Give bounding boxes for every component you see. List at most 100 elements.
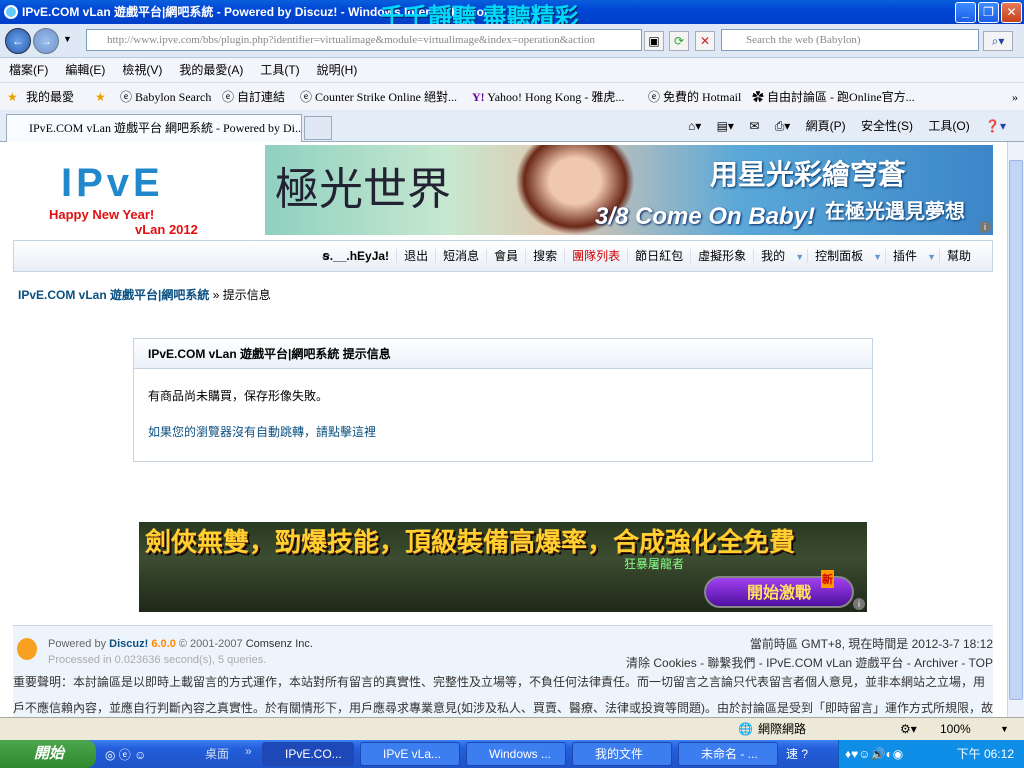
page-menu[interactable]: 網頁(P) xyxy=(806,119,846,133)
title-bar: IPvE.COM vLan 遊戲平台|網吧系統 - Powered by Dis… xyxy=(0,0,1024,30)
ad-character: 狂暴屠龍者 xyxy=(624,557,685,571)
menu-favorites[interactable]: 我的最愛(A) xyxy=(179,63,243,77)
chevron-down-icon[interactable]: ▼ xyxy=(870,252,885,262)
favorites-button[interactable]: 我的最愛 xyxy=(26,83,74,111)
chevron-down-icon[interactable]: ▼ xyxy=(924,252,939,262)
task-my-documents[interactable]: 我的文件 xyxy=(572,742,672,766)
product-link[interactable]: Discuz! xyxy=(109,638,148,650)
logo-sub: vLan 2012 xyxy=(135,222,198,237)
message-text: 有商品尚未購買，保存形像失敗。 xyxy=(148,389,329,403)
search-icon[interactable]: ⌕▾ xyxy=(983,31,1013,51)
back-button[interactable]: ← xyxy=(5,28,31,54)
protected-mode-icon[interactable]: ⚙▾ xyxy=(900,718,917,740)
help-icon[interactable]: ❓▾ xyxy=(985,119,1006,133)
chevron-down-icon[interactable]: ▼ xyxy=(792,252,807,262)
compat-view-icon[interactable]: ▣ xyxy=(644,31,664,51)
globe-icon: 🌐 xyxy=(738,722,753,736)
menu-edit[interactable]: 編輯(E) xyxy=(65,63,105,77)
logo-brand: IPvE xyxy=(61,161,164,205)
task-ipve-vlan[interactable]: IPvE vLa... xyxy=(360,742,460,766)
nav-control-panel[interactable]: 控制面板 xyxy=(807,249,871,263)
language-bar-icon[interactable]: 速 ? xyxy=(786,745,808,762)
nav-team-list[interactable]: 團隊列表 xyxy=(564,249,628,263)
print-icon[interactable]: ⎙▾ xyxy=(775,119,791,133)
vertical-scrollbar[interactable] xyxy=(1007,142,1024,717)
breadcrumb-separator: » xyxy=(212,288,220,302)
tray-icons[interactable]: ♦♥☺🔊◐◉ xyxy=(839,740,903,768)
safety-menu[interactable]: 安全性(S) xyxy=(861,119,913,133)
fav-hotmail[interactable]: ⓔ 免費的 Hotmail xyxy=(648,83,741,111)
fav-label: Babylon Search xyxy=(135,90,212,104)
zoom-level[interactable]: 100% xyxy=(940,718,971,740)
more-favorites-icon[interactable]: » xyxy=(1012,83,1018,111)
address-input[interactable]: http://www.ipve.com/bbs/plugin.php?ident… xyxy=(86,29,642,51)
forum-nav-bar: ꞩ.__.hEyJa! 退出 短消息 會員 搜索 團隊列表 節日紅包 虛擬形象 我的 ▼ 控制面板 ▼… xyxy=(13,240,993,272)
nav-my[interactable]: 我的 xyxy=(753,249,793,263)
address-toolbar: ← → ▼ http://www.ipve.com/bbs/plugin.php… xyxy=(0,24,1024,58)
nav-virtual-image[interactable]: 虛擬形象 xyxy=(690,249,754,263)
banner-tagline: 3/8 Come On Baby! xyxy=(595,203,816,230)
stop-button[interactable]: ✕ xyxy=(695,31,715,51)
banner-slogan-2: 在極光遇見夢想 xyxy=(825,201,965,223)
add-favorite-icon[interactable]: ★ xyxy=(95,83,106,111)
current-time: 當前時區 GMT+8, 現在時間是 2012-3-7 18:12 xyxy=(749,637,993,651)
breadcrumb-home[interactable]: IPvE.COM vLan 遊戲平台|網吧系統 xyxy=(18,288,209,302)
home-icon[interactable]: ⌂▾ xyxy=(688,119,701,133)
nav-help[interactable]: 幫助 xyxy=(938,249,978,263)
tab-current[interactable]: IPvE.COM vLan 遊戲平台 網吧系統 - Powered by Di.… xyxy=(6,114,302,142)
menu-file[interactable]: 檔案(F) xyxy=(9,63,48,77)
fav-forum[interactable]: ✿ 自由討論區 - 跑Online官方... xyxy=(752,83,915,111)
site-logo[interactable]: IPvE Happy New Year! vLan 2012 xyxy=(25,147,225,237)
footer: Powered by Discuz! 6.0.0 © 2001-2007 Com… xyxy=(13,625,993,717)
nav-messages[interactable]: 短消息 xyxy=(435,249,487,263)
restore-button[interactable]: ❐ xyxy=(978,2,999,23)
banner-title: 極光世界 xyxy=(275,164,451,215)
new-tab-button[interactable] xyxy=(304,116,332,140)
favorites-bar: ★ 我的最愛 ★ ⓔ Babylon Search ⓔ 自訂連結 ⓔ Count… xyxy=(0,82,1024,110)
breadcrumb: IPvE.COM vLan 遊戲平台|網吧系統 » 提示信息 xyxy=(18,286,271,303)
game-ad-banner[interactable]: 劍俠無雙，勁爆技能，頂級裝備高爆率，合成強化全免費 狂暴屠龍者 開始激戰 新 i xyxy=(139,522,867,612)
zoom-dropdown-icon[interactable]: ▼ xyxy=(1000,718,1009,740)
close-button[interactable]: ✕ xyxy=(1001,2,1022,23)
forward-button[interactable]: → xyxy=(33,28,59,54)
fav-counter-strike[interactable]: ⓔ Counter Strike Online 絕對... xyxy=(300,83,457,111)
menu-help[interactable]: 說明(H) xyxy=(317,63,358,77)
nav-plugins[interactable]: 插件 xyxy=(885,249,925,263)
nav-members[interactable]: 會員 xyxy=(486,249,526,263)
task-ie-ipve[interactable]: IPvE.CO... xyxy=(262,742,354,766)
fav-yahoo[interactable]: Y! Yahoo! Hong Kong - 雅虎... xyxy=(472,83,624,111)
ad-new-badge: 新 xyxy=(821,570,834,588)
top-ad-banner[interactable]: 極光世界 3/8 Come On Baby! 用星光彩繪穹蒼 在極光遇見夢想 i xyxy=(265,145,993,235)
start-button[interactable]: 開始 xyxy=(0,740,96,768)
command-bar: ⌂▾ ▤▾ ✉ ⎙▾ 網頁(P) 安全性(S) 工具(O) ❓▾ xyxy=(676,116,1006,136)
nav-red-packet[interactable]: 節日紅包 xyxy=(627,249,691,263)
history-dropdown-icon[interactable]: ▼ xyxy=(63,34,72,44)
minimize-button[interactable]: _ xyxy=(955,2,976,23)
fav-custom-links[interactable]: ⓔ 自訂連結 xyxy=(222,83,285,111)
menu-bar: 檔案(F) 編輯(E) 檢視(V) 我的最愛(A) 工具(T) 說明(H) xyxy=(0,58,1024,82)
toolbar-overflow-icon[interactable]: » xyxy=(245,744,252,758)
menu-view[interactable]: 檢視(V) xyxy=(122,63,162,77)
refresh-button[interactable]: ⟳ xyxy=(669,31,689,51)
nav-username[interactable]: ꞩ.__.hEyJa! xyxy=(316,249,397,263)
logo-greeting: Happy New Year! xyxy=(49,207,155,222)
nav-logout[interactable]: 退出 xyxy=(396,249,436,263)
task-windows[interactable]: Windows ... xyxy=(466,742,566,766)
tools-menu[interactable]: 工具(O) xyxy=(928,119,969,133)
mail-icon[interactable]: ✉ xyxy=(749,119,759,133)
ad-info-icon[interactable]: i xyxy=(979,221,991,233)
ad-info-icon[interactable]: i xyxy=(853,598,865,610)
discuz-logo-icon xyxy=(17,638,37,660)
menu-tools[interactable]: 工具(T) xyxy=(260,63,299,77)
redirect-link[interactable]: 如果您的瀏覽器沒有自動跳轉，請點擊這裡 xyxy=(148,423,376,440)
quick-launch-icons[interactable]: ◎ ⓔ ☺ xyxy=(105,746,146,763)
system-tray: ♦♥☺🔊◐◉ 下午 06:12 xyxy=(838,740,1024,768)
feeds-icon[interactable]: ▤▾ xyxy=(717,119,734,133)
desktop-toolbar[interactable]: 桌面 xyxy=(205,745,229,762)
nav-search[interactable]: 搜索 xyxy=(525,249,565,263)
task-untitled[interactable]: 未命名 - ... xyxy=(678,742,778,766)
search-input[interactable]: Search the web (Babylon) xyxy=(721,29,979,51)
company-link[interactable]: Comsenz Inc. xyxy=(246,638,313,650)
scrollbar-thumb[interactable] xyxy=(1009,160,1023,700)
fav-babylon[interactable]: ⓔ Babylon Search xyxy=(120,83,211,111)
